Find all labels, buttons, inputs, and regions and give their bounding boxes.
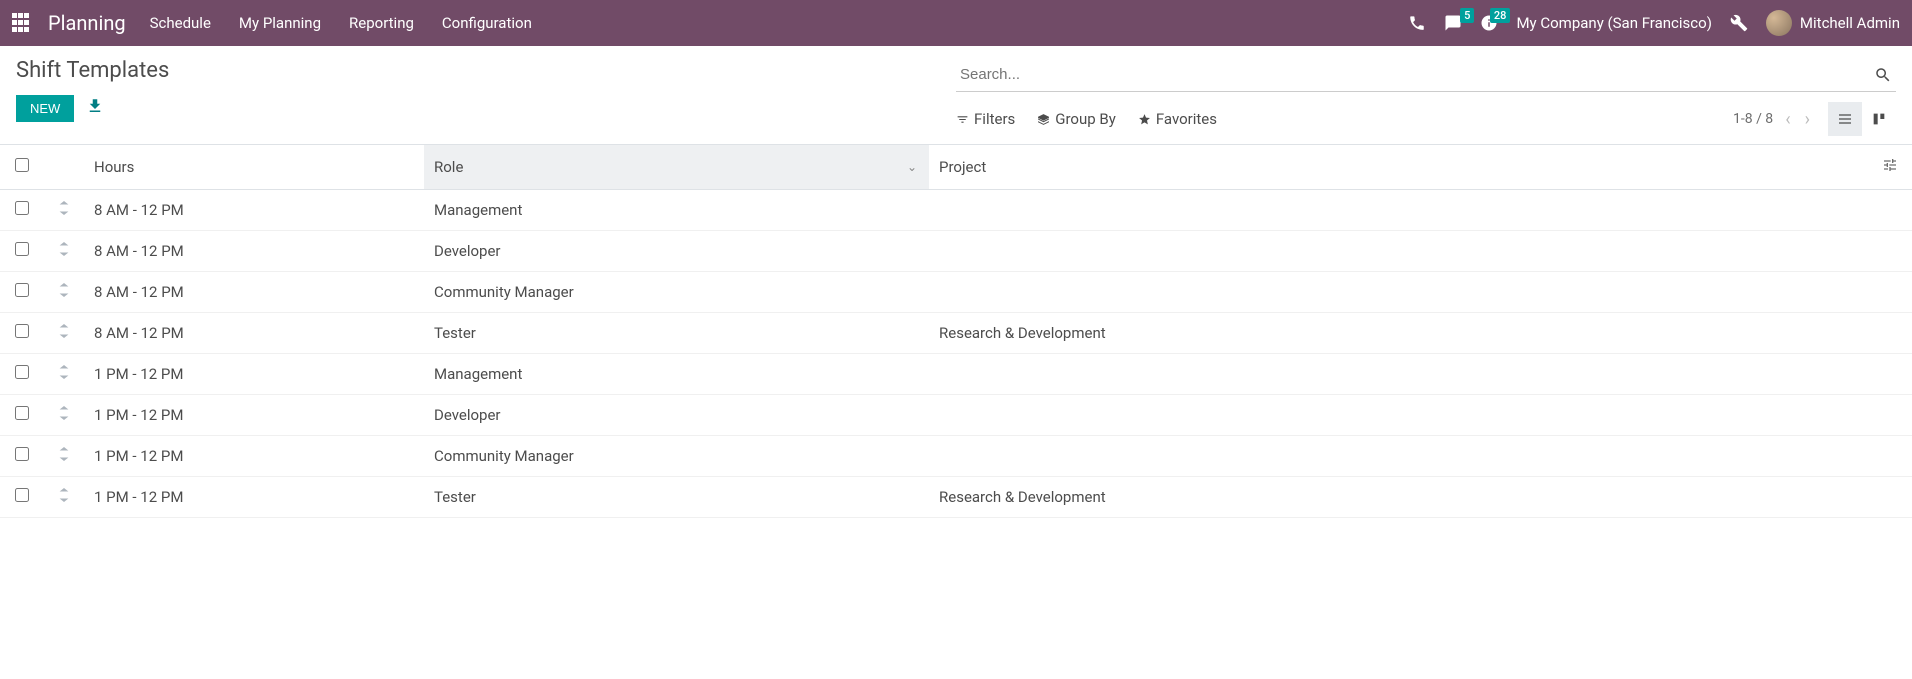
- row-checkbox[interactable]: [15, 488, 29, 502]
- drag-handle-icon[interactable]: [59, 283, 69, 301]
- optional-fields-icon[interactable]: [1882, 159, 1898, 177]
- nav-my-planning[interactable]: My Planning: [239, 14, 321, 32]
- pager-prev-icon[interactable]: ‹: [1783, 109, 1792, 130]
- row-checkbox[interactable]: [15, 201, 29, 215]
- search-bar: [956, 58, 1896, 92]
- search-icon[interactable]: [1874, 66, 1892, 88]
- cell-role: Community Manager: [424, 272, 929, 313]
- nav-reporting[interactable]: Reporting: [349, 14, 414, 32]
- filters-dropdown[interactable]: Filters: [956, 110, 1015, 128]
- voip-icon[interactable]: [1408, 14, 1426, 32]
- messages-badge: 5: [1460, 8, 1474, 23]
- groupby-label: Group By: [1055, 110, 1116, 128]
- table-row[interactable]: 8 AM - 12 PMDeveloper: [0, 231, 1912, 272]
- cell-role: Developer: [424, 395, 929, 436]
- drag-handle-icon[interactable]: [59, 201, 69, 219]
- drag-handle-icon[interactable]: [59, 242, 69, 260]
- user-name: Mitchell Admin: [1800, 14, 1900, 32]
- row-checkbox[interactable]: [15, 406, 29, 420]
- cell-project: [929, 436, 1868, 477]
- app-title[interactable]: Planning: [48, 11, 126, 35]
- control-panel: Shift Templates NEW Filters: [0, 46, 1912, 145]
- cell-project: [929, 354, 1868, 395]
- activities-badge: 28: [1490, 8, 1511, 23]
- import-button[interactable]: [86, 97, 104, 120]
- column-project[interactable]: Project: [929, 145, 1868, 190]
- cell-hours: 1 PM - 12 PM: [84, 354, 424, 395]
- row-checkbox[interactable]: [15, 447, 29, 461]
- table-row[interactable]: 1 PM - 12 PMDeveloper: [0, 395, 1912, 436]
- cell-hours: 1 PM - 12 PM: [84, 395, 424, 436]
- pager: 1-8 / 8 ‹ ›: [1733, 109, 1812, 130]
- cell-project: Research & Development: [929, 313, 1868, 354]
- cell-role: Tester: [424, 313, 929, 354]
- cell-project: [929, 272, 1868, 313]
- nav-schedule[interactable]: Schedule: [150, 14, 211, 32]
- nav-configuration[interactable]: Configuration: [442, 14, 532, 32]
- avatar: [1766, 10, 1792, 36]
- list-view: Hours Role⌄ Project 8 AM - 12 PMManageme…: [0, 145, 1912, 518]
- cell-project: [929, 231, 1868, 272]
- nav-menu: Schedule My Planning Reporting Configura…: [150, 14, 532, 32]
- drag-handle-icon[interactable]: [59, 406, 69, 424]
- cell-role: Management: [424, 190, 929, 231]
- drag-handle-icon[interactable]: [59, 447, 69, 465]
- cell-role: Community Manager: [424, 436, 929, 477]
- cell-hours: 8 AM - 12 PM: [84, 313, 424, 354]
- row-checkbox[interactable]: [15, 283, 29, 297]
- cell-project: [929, 395, 1868, 436]
- cell-role: Tester: [424, 477, 929, 518]
- column-hours[interactable]: Hours: [84, 145, 424, 190]
- drag-handle-icon[interactable]: [59, 324, 69, 342]
- cell-hours: 8 AM - 12 PM: [84, 231, 424, 272]
- groupby-dropdown[interactable]: Group By: [1037, 110, 1116, 128]
- table-row[interactable]: 1 PM - 12 PMManagement: [0, 354, 1912, 395]
- row-checkbox[interactable]: [15, 324, 29, 338]
- table-row[interactable]: 1 PM - 12 PMTesterResearch & Development: [0, 477, 1912, 518]
- filters-label: Filters: [974, 110, 1015, 128]
- favorites-label: Favorites: [1156, 110, 1217, 128]
- chevron-down-icon: ⌄: [907, 160, 917, 174]
- cell-hours: 8 AM - 12 PM: [84, 272, 424, 313]
- cell-project: Research & Development: [929, 477, 1868, 518]
- cell-role: Management: [424, 354, 929, 395]
- view-kanban-button[interactable]: [1862, 102, 1896, 136]
- handle-column: [44, 145, 84, 190]
- apps-menu-icon[interactable]: [12, 13, 32, 33]
- top-nav: Planning Schedule My Planning Reporting …: [0, 0, 1912, 46]
- favorites-dropdown[interactable]: Favorites: [1138, 110, 1217, 128]
- new-button[interactable]: NEW: [16, 95, 74, 122]
- row-checkbox[interactable]: [15, 365, 29, 379]
- company-selector[interactable]: My Company (San Francisco): [1516, 14, 1711, 32]
- drag-handle-icon[interactable]: [59, 365, 69, 383]
- pager-value[interactable]: 1-8 / 8: [1733, 111, 1773, 127]
- messages-icon[interactable]: 5: [1444, 14, 1462, 32]
- activities-icon[interactable]: 28: [1480, 14, 1498, 32]
- column-role[interactable]: Role⌄: [424, 145, 929, 190]
- table-row[interactable]: 8 AM - 12 PMCommunity Manager: [0, 272, 1912, 313]
- cell-hours: 1 PM - 12 PM: [84, 436, 424, 477]
- table-row[interactable]: 8 AM - 12 PMManagement: [0, 190, 1912, 231]
- drag-handle-icon[interactable]: [59, 488, 69, 506]
- page-title: Shift Templates: [16, 58, 956, 83]
- search-input[interactable]: [956, 58, 1896, 91]
- pager-next-icon[interactable]: ›: [1803, 109, 1812, 130]
- user-menu[interactable]: Mitchell Admin: [1766, 10, 1900, 36]
- debug-icon[interactable]: [1730, 14, 1748, 32]
- cell-hours: 1 PM - 12 PM: [84, 477, 424, 518]
- cell-role: Developer: [424, 231, 929, 272]
- cell-hours: 8 AM - 12 PM: [84, 190, 424, 231]
- table-header: Hours Role⌄ Project: [0, 145, 1912, 190]
- row-checkbox[interactable]: [15, 242, 29, 256]
- view-list-button[interactable]: [1828, 102, 1862, 136]
- cell-project: [929, 190, 1868, 231]
- table-row[interactable]: 8 AM - 12 PMTesterResearch & Development: [0, 313, 1912, 354]
- table-row[interactable]: 1 PM - 12 PMCommunity Manager: [0, 436, 1912, 477]
- select-all-checkbox[interactable]: [15, 158, 29, 172]
